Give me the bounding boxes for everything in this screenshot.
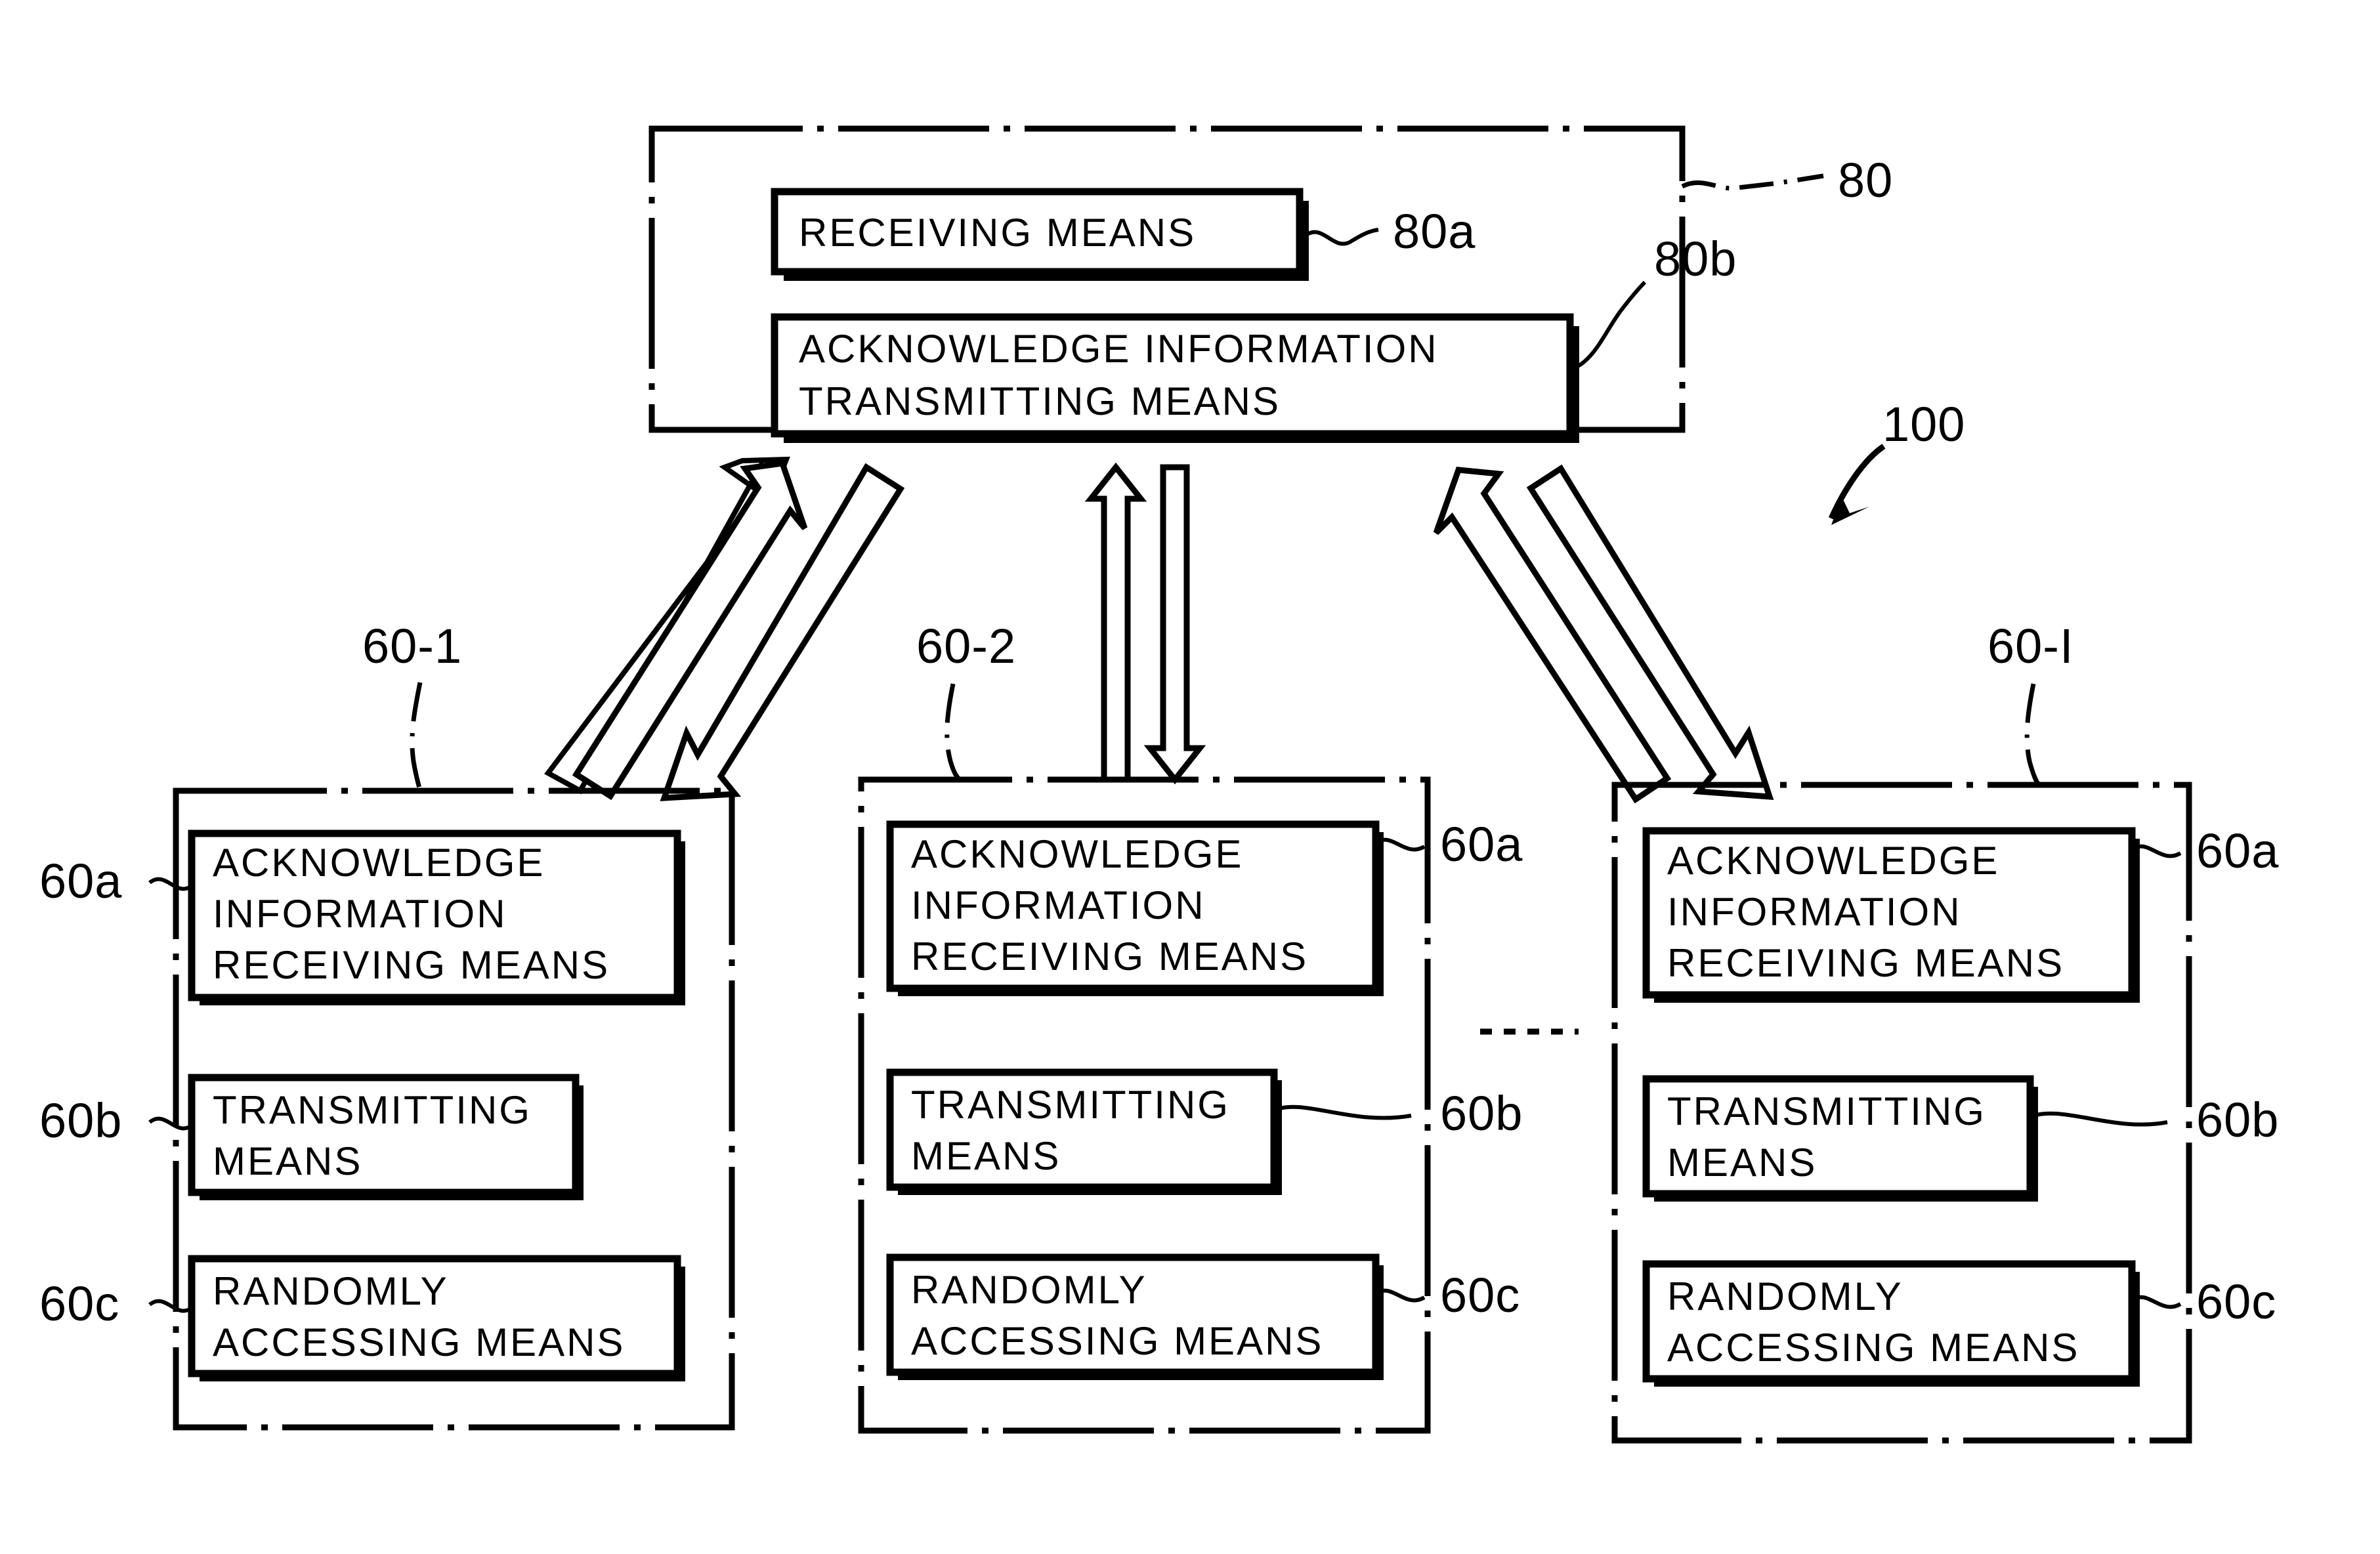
ref-label-100: 100 bbox=[1882, 397, 1965, 452]
block-80a-label: RECEIVING MEANS bbox=[799, 211, 1196, 255]
block-60-I-c-label-line1: RANDOMLY bbox=[1667, 1274, 1903, 1318]
ref-label-60-2-a: 60a bbox=[1440, 817, 1523, 872]
block-60-1-c-label-line1: RANDOMLY bbox=[213, 1269, 449, 1313]
ref-label-60-2-b: 60b bbox=[1440, 1086, 1523, 1141]
block-60-I-b-label-line1: TRANSMITTING bbox=[1667, 1089, 1986, 1133]
ref-label-60-I-b: 60b bbox=[2196, 1093, 2279, 1147]
block-60-1-c-label-line2: ACCESSING MEANS bbox=[213, 1320, 625, 1364]
link-arrow-60-2-downlink bbox=[1143, 464, 1206, 785]
ref-60-1-a-leader bbox=[148, 877, 193, 891]
ref-80-leader bbox=[1681, 173, 1824, 191]
ref-label-60-I-c: 60c bbox=[2196, 1274, 2276, 1329]
ref-label-80b: 80b bbox=[1654, 232, 1737, 286]
ref-label-80: 80 bbox=[1838, 153, 1893, 207]
ref-label-60-2: 60-2 bbox=[916, 619, 1016, 673]
block-60-I-a-label-line2: INFORMATION bbox=[1667, 890, 1962, 934]
ref-label-60-1-a: 60a bbox=[39, 854, 122, 908]
block-60-I-b-label-line2: MEANS bbox=[1667, 1141, 1817, 1185]
block-60-2-b-label-line1: TRANSMITTING bbox=[911, 1083, 1230, 1127]
block-60-1-a-label-line2: INFORMATION bbox=[213, 892, 507, 936]
block-60-I-c-label-line2: ACCESSING MEANS bbox=[1667, 1326, 2079, 1370]
ref-label-60-1: 60-1 bbox=[362, 619, 462, 673]
ref-80a-leader bbox=[1305, 228, 1379, 246]
ref-label-60-2-c: 60c bbox=[1440, 1268, 1520, 1322]
ref-60-1-leader bbox=[410, 682, 423, 791]
ref-label-60-I-a: 60a bbox=[2196, 824, 2279, 878]
block-60-2-a-label-line1: ACKNOWLEDGE bbox=[911, 832, 1243, 876]
ref-60-I-b-leader bbox=[2029, 1111, 2168, 1127]
ref-label-60-1-c: 60c bbox=[39, 1276, 119, 1331]
figure-canvas: 80 RECEIVING MEANS 80a ACKNOWLEDGE INFOR… bbox=[0, 0, 2380, 1554]
diagram-svg: 80 RECEIVING MEANS 80a ACKNOWLEDGE INFOR… bbox=[39, 125, 2279, 1444]
block-60-2-a-label-line2: INFORMATION bbox=[911, 883, 1206, 927]
ref-60-1-b-leader bbox=[148, 1116, 193, 1131]
block-60-I-a-label-line1: ACKNOWLEDGE bbox=[1667, 839, 1999, 883]
ref-60-1-c-leader bbox=[148, 1299, 193, 1313]
ref-80b-leader bbox=[1574, 280, 1647, 369]
link-arrow-60-2-uplink bbox=[1084, 462, 1147, 783]
block-60-2-c-label-line2: ACCESSING MEANS bbox=[911, 1319, 1323, 1363]
ref-label-60-I: 60-I bbox=[1987, 619, 2074, 673]
ref-60-2-leader bbox=[945, 683, 962, 782]
block-60-1-b-label-line2: MEANS bbox=[213, 1139, 362, 1183]
block-60-1-b-label-line1: TRANSMITTING bbox=[213, 1088, 532, 1132]
block-60-2-a-label-line3: RECEIVING MEANS bbox=[911, 934, 1308, 978]
ref-60-2-b-leader bbox=[1273, 1104, 1412, 1120]
block-60-1-a-label-line3: RECEIVING MEANS bbox=[213, 943, 610, 987]
block-60-2-b-label-line2: MEANS bbox=[911, 1134, 1061, 1178]
block-60-1-a-label-line1: ACKNOWLEDGE bbox=[213, 841, 545, 885]
ref-label-60-1-b: 60b bbox=[39, 1093, 122, 1148]
ref-60-I-leader bbox=[2024, 683, 2041, 786]
block-80b-label-line2: TRANSMITTING MEANS bbox=[799, 379, 1281, 423]
ref-label-80a: 80a bbox=[1393, 204, 1476, 259]
block-60-2-c-label-line1: RANDOMLY bbox=[911, 1268, 1147, 1312]
block-80b-label-line1: ACKNOWLEDGE INFORMATION bbox=[799, 327, 1439, 371]
block-60-I-a-label-line3: RECEIVING MEANS bbox=[1667, 941, 2064, 985]
